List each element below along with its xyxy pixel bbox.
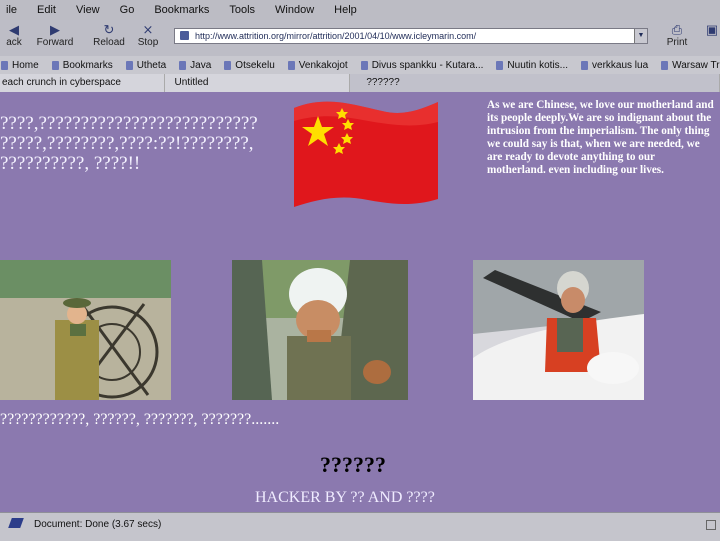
bookmark-nuutin[interactable]: Nuutin kotis... (495, 60, 568, 71)
window-icon: ▣ (705, 22, 719, 37)
menu-tools[interactable]: Tools (223, 4, 255, 16)
bookmarks-toolbar: Home Bookmarks Utheta Java Otsekelu Venk… (0, 56, 720, 75)
status-bar: Document: Done (3.67 secs) (0, 512, 720, 541)
page-icon (180, 31, 189, 40)
address-field[interactable]: http://www.attrition.org/mirror/attritio… (174, 28, 648, 44)
status-lock-icon (706, 520, 716, 530)
back-label: ack (6, 37, 22, 48)
pilot-cockpit-photo (473, 260, 644, 400)
web-page-content: ????,?????????????????????????? ?????,??… (0, 92, 720, 512)
stop-button[interactable]: ⨯ Stop (126, 21, 170, 54)
bookmark-utheta[interactable]: Utheta (125, 60, 166, 71)
menu-help[interactable]: Help (328, 4, 357, 16)
bookmark-bookmarks[interactable]: Bookmarks (51, 60, 113, 71)
tab-untitled[interactable]: Untitled (165, 74, 351, 92)
bookmark-verkkaus[interactable]: verkkaus lua (580, 60, 648, 71)
bookmark-java[interactable]: Java (178, 60, 211, 71)
reload-button[interactable]: ↻ Reload (87, 21, 131, 54)
signature: ?????? (320, 452, 386, 477)
tab-label: Untitled (174, 77, 209, 88)
menu-edit[interactable]: Edit (31, 4, 56, 16)
stop-icon: ⨯ (142, 22, 154, 37)
chinese-message-bottom: ????????????, ??????, ???????, ???????..… (0, 411, 280, 428)
dropdown-icon[interactable]: ▼ (634, 29, 647, 43)
message-line-3: ??????????, ????!! (0, 153, 141, 174)
address-text: http://www.attrition.org/mirror/attritio… (195, 31, 477, 41)
bookmark-otsekelu[interactable]: Otsekelu (223, 60, 275, 71)
tab-strip: each crunch in cyberspace Untitled ?????… (0, 74, 720, 92)
status-icon (8, 518, 24, 528)
forward-arrow-icon: ▶ (50, 22, 60, 37)
menu-bar: ile Edit View Go Bookmarks Tools Window … (0, 0, 720, 21)
declaration-text: As we are Chinese, we love our motherlan… (487, 99, 714, 176)
menu-view[interactable]: View (70, 4, 100, 16)
message-line-2: ?????,????????,????:??!????????, (0, 133, 254, 154)
soldier-photo (0, 260, 171, 400)
stop-label: Stop (137, 37, 159, 48)
menu-file[interactable]: ile (0, 4, 17, 16)
china-flag-image (294, 101, 438, 207)
hacker-credit: HACKER BY ?? AND ???? (255, 489, 435, 506)
tab-current[interactable]: ?????? (350, 74, 720, 92)
menu-go[interactable]: Go (114, 4, 135, 16)
bookmark-warsaw[interactable]: Warsaw Travel Guide - (660, 60, 720, 71)
message-line-1: ????,?????????????????????????? (0, 113, 258, 134)
reload-icon: ↻ (103, 22, 115, 37)
print-icon: ⎙ (671, 22, 683, 37)
bookmark-venkakojot[interactable]: Venkakojot (287, 60, 348, 71)
bookmark-home[interactable]: Home (0, 60, 39, 71)
forward-button[interactable]: ▶ Forward (33, 21, 77, 54)
navigation-toolbar: ◀ ack ▶ Forward ↻ Reload ⨯ Stop http://www.a… (0, 20, 720, 57)
bookmark-divus[interactable]: Divus spankku - Kutara... (360, 60, 483, 71)
print-label: Print (666, 37, 688, 48)
print-button[interactable]: ⎙ Print (655, 21, 699, 54)
menu-bookmarks[interactable]: Bookmarks (148, 4, 209, 16)
menu-window[interactable]: Window (269, 4, 314, 16)
chinese-message: ????,?????????????????????????? ?????,??… (0, 114, 290, 174)
back-button[interactable]: ◀ ack (0, 21, 36, 54)
tab-label: each crunch in cyberspace (2, 77, 121, 88)
forward-label: Forward (36, 37, 74, 48)
back-arrow-icon: ◀ (9, 22, 19, 37)
reload-label: Reload (93, 37, 125, 48)
window-icon-button[interactable]: ▣ (703, 21, 720, 54)
pilot-photo (232, 260, 408, 400)
tab-label: ?????? (366, 77, 400, 88)
status-text: Document: Done (3.67 secs) (34, 519, 162, 530)
tab-cyberspace[interactable]: each crunch in cyberspace (0, 74, 165, 92)
